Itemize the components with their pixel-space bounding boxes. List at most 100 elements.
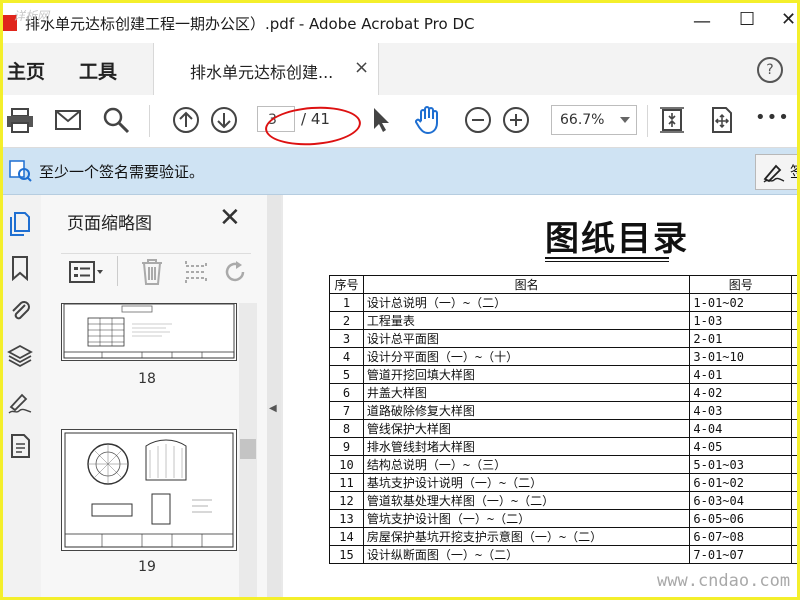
content-icon[interactable] — [7, 433, 33, 459]
zoom-select[interactable]: 66.7% — [551, 105, 637, 135]
row-extra-cell — [791, 347, 797, 366]
panel-separator — [117, 256, 118, 286]
website-watermark: www.cndao.com — [657, 571, 791, 591]
drawing-code: 4-01 — [689, 365, 793, 384]
drawing-code: 6-05~06 — [689, 509, 793, 528]
table-body: 1 设计总说明（一）~（二） 1-01~02 2 工程量表 1-03 3 设计总平面图 2-01… — [329, 293, 797, 564]
drawing-code: 4-05 — [689, 437, 793, 456]
table-row: 12 管道软基处理大样图（一）~（二） 6-03~04 — [329, 491, 797, 510]
table-row: 4 设计分平面图（一）~（十） 3-01~10 — [329, 347, 797, 366]
nav-home[interactable]: 主页 — [7, 57, 45, 84]
help-icon[interactable]: ? — [757, 57, 783, 83]
layers-icon[interactable] — [7, 343, 33, 369]
table-row: 13 管坑支护设计图（一）~（二） 6-05~06 — [329, 509, 797, 528]
zoom-out-icon[interactable] — [463, 105, 493, 135]
row-extra-cell — [791, 311, 797, 330]
document-tab[interactable]: 排水单元达标创建... × — [153, 43, 379, 95]
document-page: 图纸目录 序号 图名 图号 1 设计总说明（一）~（二） 1-01~02 2 工程量表 1… — [283, 195, 797, 597]
row-extra-cell — [791, 455, 797, 474]
thumbnail-page-18[interactable] — [61, 303, 237, 361]
row-extra-cell — [791, 527, 797, 546]
zoom-in-icon[interactable] — [501, 105, 531, 135]
row-extra-cell — [791, 419, 797, 438]
table-row: 5 管道开挖回填大样图 4-01 — [329, 365, 797, 384]
row-number: 3 — [329, 329, 364, 348]
nav-tools[interactable]: 工具 — [79, 57, 117, 84]
drawing-name: 结构总说明（一）~（三） — [362, 455, 691, 474]
row-extra-cell — [791, 491, 797, 510]
print-icon[interactable] — [5, 105, 35, 135]
scrollbar-thumb[interactable] — [240, 439, 256, 459]
row-extra-cell — [791, 401, 797, 420]
signature-button-label: 签 — [790, 161, 797, 182]
row-number: 8 — [329, 419, 364, 438]
rotate-icon[interactable] — [223, 258, 249, 286]
attachment-icon[interactable] — [7, 297, 33, 323]
drawing-name: 井盖大样图 — [362, 383, 691, 402]
panel-title: 页面缩略图 — [67, 214, 152, 234]
row-extra-cell — [791, 329, 797, 348]
table-row: 11 基坑支护设计说明（一）~（二） 6-01~02 — [329, 473, 797, 492]
thumbnail-options-icon[interactable] — [69, 260, 105, 284]
close-tab-icon[interactable]: × — [354, 57, 369, 78]
drawing-code: 6-03~04 — [689, 491, 793, 510]
next-page-icon[interactable] — [209, 105, 239, 135]
row-extra-cell — [791, 383, 797, 402]
page-thumbnails-icon[interactable] — [7, 211, 33, 237]
minimize-icon[interactable]: — — [693, 11, 711, 32]
table-row: 3 设计总平面图 2-01 — [329, 329, 797, 348]
window-frame: 排水单元达标创建工程一期办公区）.pdf - Adobe Acrobat Pro… — [0, 0, 800, 600]
thumbnail-page-19[interactable] — [61, 429, 237, 551]
select-arrow-icon[interactable] — [365, 105, 395, 135]
signature-panel-button[interactable]: 签 — [755, 154, 797, 190]
thumbnail-scrollbar[interactable] — [239, 303, 257, 597]
row-extra-cell — [791, 365, 797, 384]
drawing-code: 4-04 — [689, 419, 793, 438]
trash-icon[interactable] — [139, 258, 165, 286]
window-title: 排水单元达标创建工程一期办公区）.pdf - Adobe Acrobat Pro… — [25, 15, 475, 33]
extract-pages-icon[interactable] — [183, 258, 209, 286]
header-no: 序号 — [329, 275, 364, 294]
toolbar-separator — [149, 105, 150, 137]
thumbnail-label-19: 19 — [138, 559, 156, 575]
thumbnail-drawing — [64, 432, 234, 548]
signatures-icon[interactable] — [7, 389, 33, 415]
more-tools-icon[interactable]: ••• — [755, 107, 790, 128]
title-underline — [545, 261, 669, 262]
drawing-code: 4-02 — [689, 383, 793, 402]
drawing-code: 7-01~07 — [689, 545, 793, 564]
zoom-value: 66.7% — [560, 112, 605, 128]
row-extra-cell — [791, 293, 797, 312]
close-window-icon[interactable]: ✕ — [781, 9, 796, 30]
row-number: 1 — [329, 293, 364, 312]
table-row: 6 井盖大样图 4-02 — [329, 383, 797, 402]
maximize-icon[interactable]: ☐ — [739, 9, 755, 30]
row-number: 10 — [329, 455, 364, 474]
thumbnail-drawing — [63, 303, 235, 359]
signature-notice-bar: 至少一个签名需要验证。 签 — [3, 148, 797, 195]
drawing-name: 房屋保护基坑开挖支护示意图（一）~（二） — [362, 527, 691, 546]
navigation-rail — [3, 195, 42, 597]
close-panel-icon[interactable]: ✕ — [219, 203, 241, 233]
previous-page-icon[interactable] — [171, 105, 201, 135]
drawing-code: 1-03 — [689, 311, 793, 330]
fit-page-icon[interactable] — [657, 105, 687, 135]
row-number: 15 — [329, 545, 364, 564]
drawing-name: 设计总平面图 — [362, 329, 691, 348]
search-icon[interactable] — [101, 105, 131, 135]
bookmark-icon[interactable] — [7, 255, 33, 281]
panel-collapse-handle[interactable]: ◀ — [267, 195, 281, 597]
table-row: 15 设计纵断面图（一）~（二） 7-01~07 — [329, 545, 797, 564]
row-extra-cell — [791, 509, 797, 528]
drawing-name: 设计总说明（一）~（二） — [362, 293, 691, 312]
table-row: 14 房屋保护基坑开挖支护示意图（一）~（二） 6-07~08 — [329, 527, 797, 546]
header-code: 图号 — [689, 275, 793, 294]
email-icon[interactable] — [53, 105, 83, 135]
drawing-code: 3-01~10 — [689, 347, 793, 366]
row-number: 4 — [329, 347, 364, 366]
scroll-mode-icon[interactable] — [707, 105, 737, 135]
hand-tool-icon[interactable] — [413, 105, 443, 135]
table-row: 2 工程量表 1-03 — [329, 311, 797, 330]
drawing-name: 管坑支护设计图（一）~（二） — [362, 509, 691, 528]
watermark-text: 详析网 — [13, 9, 50, 23]
